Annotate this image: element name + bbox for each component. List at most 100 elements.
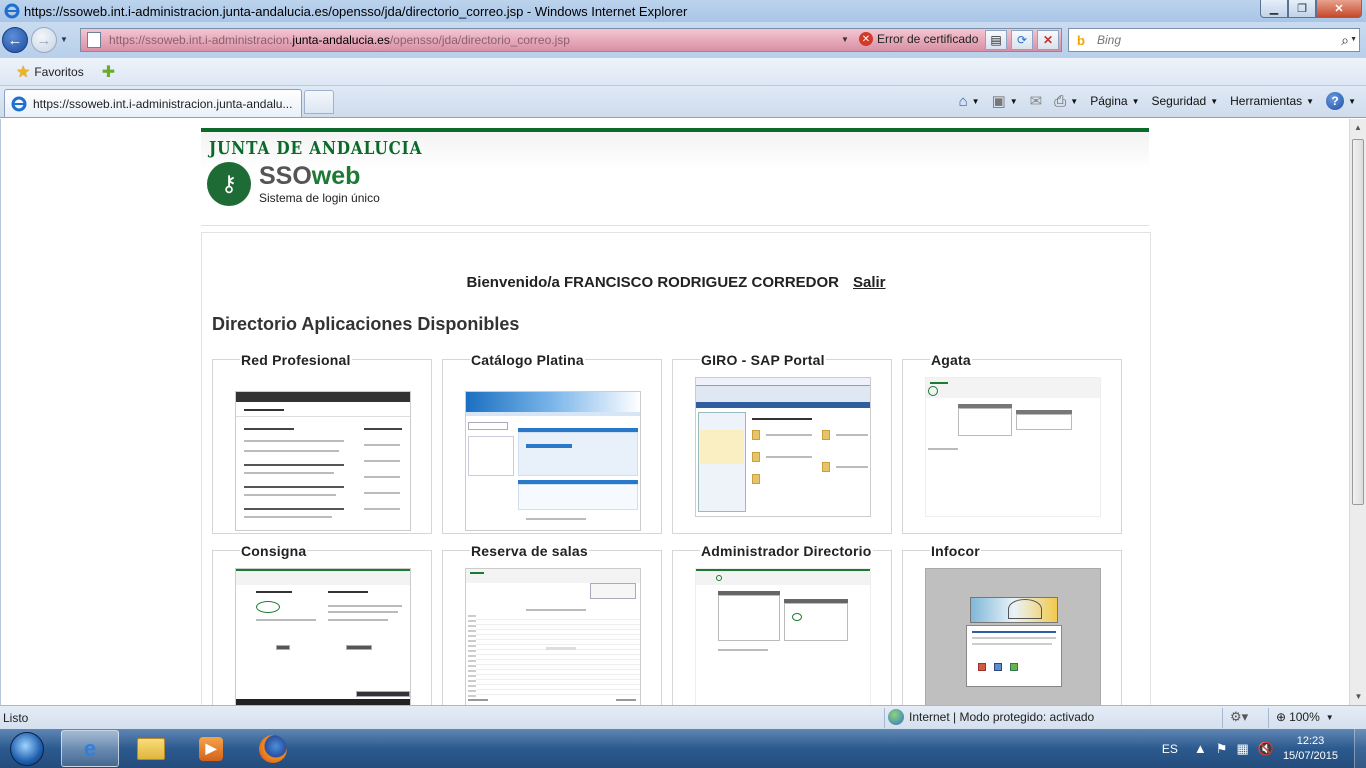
app-card-administrador-directorio[interactable]: Administrador Directorio xyxy=(672,543,892,705)
help-icon: ? xyxy=(1326,92,1345,110)
junta-logo: JUNTA DE ANDALUCIA xyxy=(209,138,423,159)
app-title-giro-sap-portal: GIRO - SAP Portal xyxy=(700,352,826,368)
app-thumbnail-infocor[interactable] xyxy=(925,568,1101,705)
taskbar-media-player[interactable]: ▶ xyxy=(182,730,240,767)
app-thumbnail-agata[interactable] xyxy=(925,377,1101,517)
security-zone[interactable]: Internet | Modo protegido: activado xyxy=(888,709,1094,725)
app-thumbnail-administrador-directorio[interactable] xyxy=(695,568,871,705)
scroll-down-icon[interactable]: ▼ xyxy=(1350,688,1366,705)
app-thumbnail-reserva-de-salas[interactable] xyxy=(465,568,641,705)
ie-logo-icon xyxy=(4,3,20,19)
favorites-button[interactable]: ★ Favoritos xyxy=(16,62,84,82)
window-title-bar: https://ssoweb.int.i-administracion.junt… xyxy=(0,0,1366,22)
windows-orb-icon xyxy=(10,731,44,766)
page-icon xyxy=(87,32,101,48)
show-desktop-button[interactable] xyxy=(1354,729,1366,768)
vertical-scrollbar[interactable]: ▲ ▼ xyxy=(1349,119,1366,705)
search-input[interactable] xyxy=(1097,33,1317,47)
page-menu[interactable]: Página ▼ xyxy=(1090,94,1139,108)
print-button[interactable]: ⎙ ▼ xyxy=(1054,93,1078,110)
url-text[interactable]: https://ssoweb.int.i-administracion.junt… xyxy=(109,33,570,47)
app-card-giro-sap-portal[interactable]: GIRO - SAP Portal xyxy=(672,352,892,534)
app-thumbnail-giro-sap-portal[interactable] xyxy=(695,377,871,517)
feeds-button[interactable]: ▣ ▼ xyxy=(992,92,1018,110)
tab-current[interactable]: https://ssoweb.int.i-administracion.junt… xyxy=(4,89,302,117)
command-bar: ⌂ ▼ ▣ ▼ ✉ ⎙ ▼ Página ▼ Seguridad ▼ Herramient… xyxy=(947,92,1356,110)
forward-button[interactable]: → xyxy=(31,27,57,53)
app-thumbnail-red-profesional[interactable] xyxy=(235,391,411,531)
app-subtitle: Sistema de login único xyxy=(259,191,380,205)
add-favorite-icon[interactable]: ✚ xyxy=(102,62,115,82)
app-card-consigna[interactable]: Consigna xyxy=(212,543,432,705)
taskbar-ie[interactable]: e xyxy=(61,730,119,767)
print-icon: ⎙ xyxy=(1054,92,1067,110)
app-title-administrador-directorio: Administrador Directorio xyxy=(700,543,873,559)
window-title: https://ssoweb.int.i-administracion.junt… xyxy=(24,3,688,19)
logout-link[interactable]: Salir xyxy=(853,274,886,291)
address-bar-row: ← → ▼ https://ssoweb.int.i-administracio… xyxy=(0,22,1366,58)
scroll-up-icon[interactable]: ▲ xyxy=(1350,119,1366,136)
url-field[interactable]: https://ssoweb.int.i-administracion.junt… xyxy=(80,28,1062,52)
app-thumbnail-catalogo-platina[interactable] xyxy=(465,391,641,531)
certificate-error-button[interactable]: ✕ Error de certificado xyxy=(859,32,978,46)
app-card-reserva-de-salas[interactable]: Reserva de salas xyxy=(442,543,662,705)
stop-icon[interactable]: ✕ xyxy=(1037,30,1059,50)
favorites-bar: ★ Favoritos ✚ xyxy=(0,58,1366,86)
rss-icon: ▣ xyxy=(991,93,1006,110)
read-mail-button[interactable]: ✉ xyxy=(1030,92,1043,110)
action-center-icon[interactable]: ⚑ xyxy=(1216,741,1228,757)
search-options-icon[interactable]: ▼ xyxy=(1350,36,1357,43)
app-card-agata[interactable]: Agata xyxy=(902,352,1122,534)
app-title-catalogo-platina: Catálogo Platina xyxy=(470,352,585,368)
show-hidden-icons-icon[interactable]: ▲ xyxy=(1194,741,1207,756)
privacy-icon[interactable]: ⚙▾ xyxy=(1230,709,1248,725)
directory-panel: Bienvenido/a FRANCISCO RODRIGUEZ CORREDO… xyxy=(201,232,1151,705)
app-title-consigna: Consigna xyxy=(240,543,308,559)
security-menu[interactable]: Seguridad ▼ xyxy=(1151,94,1218,108)
site-header: JUNTA DE ANDALUCIA ⚷ SSOweb Sistema de l… xyxy=(201,132,1149,226)
minimize-button[interactable]: ▁ xyxy=(1260,0,1288,18)
new-tab-button[interactable] xyxy=(304,90,334,114)
tab-row: https://ssoweb.int.i-administracion.junt… xyxy=(0,86,1366,118)
language-indicator[interactable]: ES xyxy=(1162,742,1178,756)
bing-icon: b xyxy=(1077,32,1085,48)
welcome-message: Bienvenido/a FRANCISCO RODRIGUEZ CORREDO… xyxy=(466,274,886,291)
status-text: Listo xyxy=(3,711,29,725)
maximize-button[interactable]: ❐ xyxy=(1288,0,1316,18)
url-dropdown-icon[interactable]: ▼ xyxy=(841,35,849,44)
status-bar: Listo Internet | Modo protegido: activad… xyxy=(0,705,1366,729)
windows-taskbar: e ▶ ES ▲ ⚑ ▦ 🔇 12:23 15/07/2015 xyxy=(0,729,1366,768)
tools-menu[interactable]: Herramientas ▼ xyxy=(1230,94,1314,108)
ssoweb-logo-icon: ⚷ xyxy=(207,162,251,206)
home-button[interactable]: ⌂ ▼ xyxy=(959,93,980,110)
app-thumbnail-consigna[interactable] xyxy=(235,568,411,705)
help-button[interactable]: ? ▼ xyxy=(1326,92,1356,110)
taskbar-explorer[interactable] xyxy=(122,730,180,767)
recent-pages-dropdown[interactable]: ▼ xyxy=(60,35,68,44)
refresh-icon[interactable]: ⟳ xyxy=(1011,30,1033,50)
app-title-agata: Agata xyxy=(930,352,972,368)
clock[interactable]: 12:23 15/07/2015 xyxy=(1283,734,1338,764)
close-window-button[interactable]: ✕ xyxy=(1316,0,1362,18)
volume-icon[interactable]: 🔇 xyxy=(1258,741,1274,757)
cert-error-icon: ✕ xyxy=(859,32,873,46)
internet-explorer-icon: e xyxy=(83,735,97,761)
zoom-icon: ⊕ xyxy=(1276,710,1287,724)
zoom-control[interactable]: ⊕ 100% ▼ xyxy=(1276,710,1334,724)
search-box[interactable]: b ⌕ ▼ xyxy=(1068,28,1360,52)
network-icon[interactable]: ▦ xyxy=(1236,741,1248,757)
folder-icon xyxy=(136,734,166,764)
media-player-icon: ▶ xyxy=(196,734,226,764)
app-title: SSOweb xyxy=(259,162,361,190)
start-button[interactable] xyxy=(2,729,52,768)
compatibility-view-icon[interactable]: ▤ xyxy=(985,30,1007,50)
scroll-thumb[interactable] xyxy=(1352,139,1364,505)
back-button[interactable]: ← xyxy=(2,27,28,53)
app-title-red-profesional: Red Profesional xyxy=(240,352,352,368)
app-card-infocor[interactable]: Infocor xyxy=(902,543,1122,705)
search-icon[interactable]: ⌕ xyxy=(1341,32,1349,49)
app-card-red-profesional[interactable]: Red Profesional xyxy=(212,352,432,534)
taskbar-firefox[interactable] xyxy=(244,730,302,767)
app-card-catalogo-platina[interactable]: Catálogo Platina xyxy=(442,352,662,534)
directory-title: Directorio Aplicaciones Disponibles xyxy=(212,314,520,334)
